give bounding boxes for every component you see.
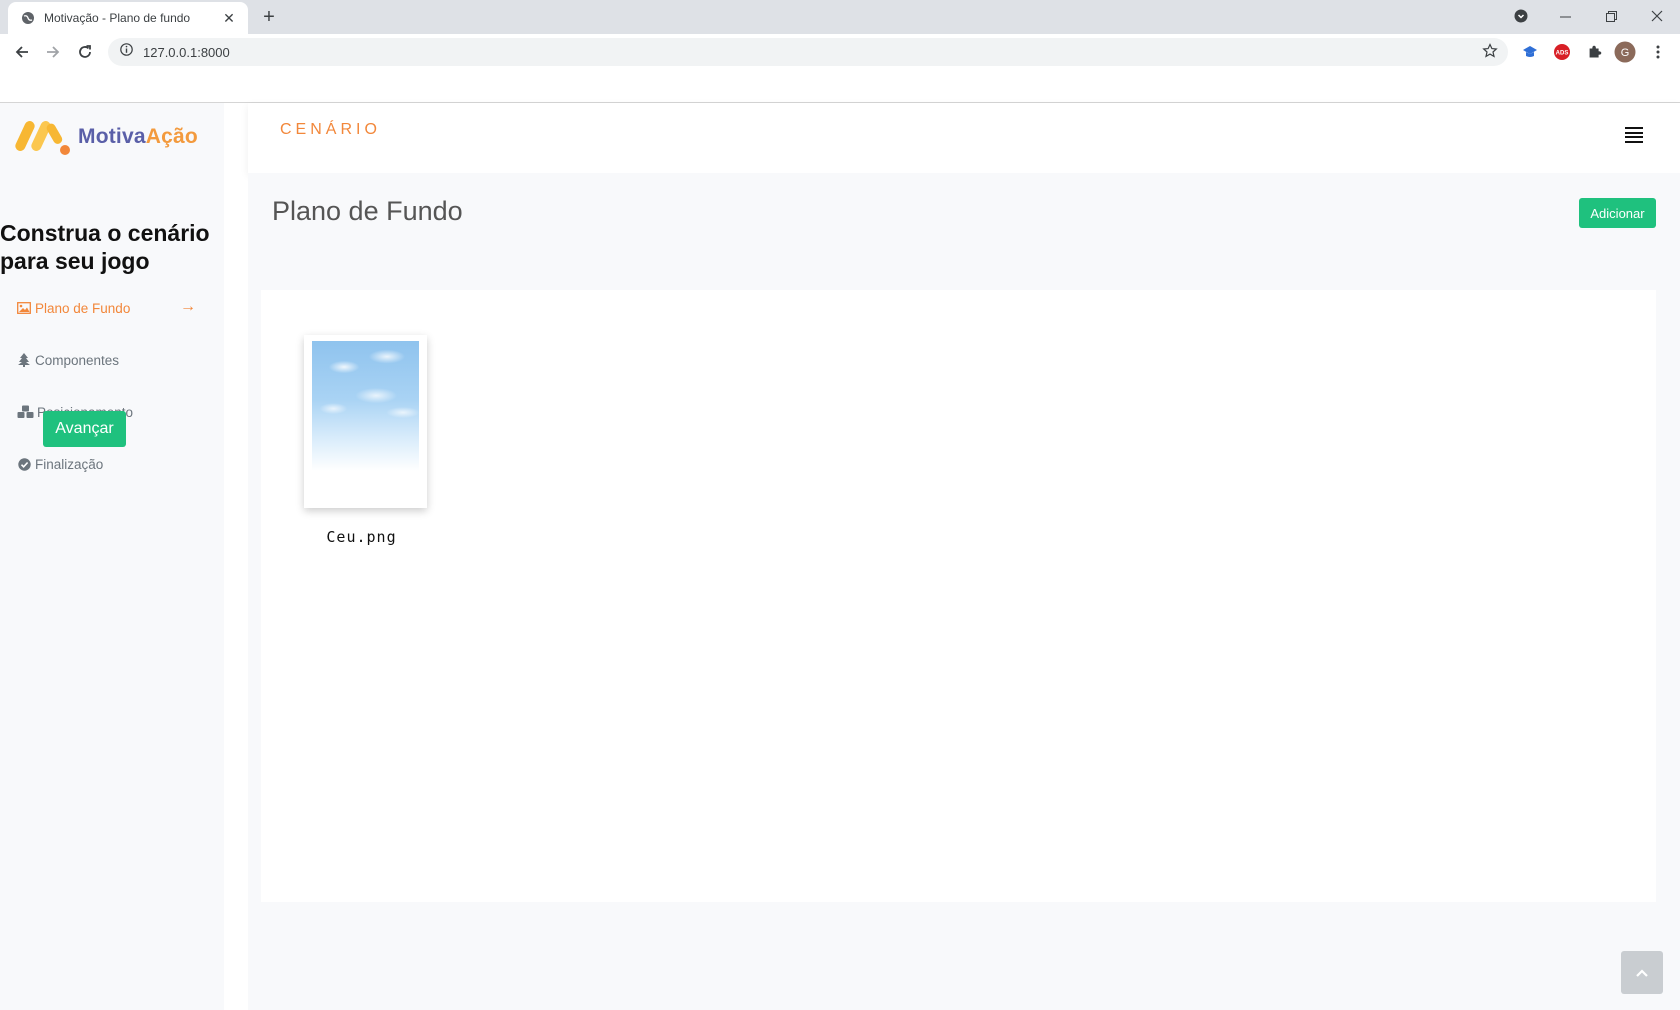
restore-icon[interactable] xyxy=(1594,0,1628,32)
tab-search-icon[interactable] xyxy=(1508,0,1534,32)
profile-avatar[interactable]: G xyxy=(1614,41,1636,63)
tree-icon xyxy=(16,352,32,368)
sidebar-item-label: Finalização xyxy=(35,456,104,472)
profile-initial: G xyxy=(1621,47,1630,59)
forward-icon[interactable] xyxy=(40,39,66,65)
adblock-icon[interactable]: ADS xyxy=(1552,42,1572,62)
extensions-puzzle-icon[interactable] xyxy=(1584,42,1604,62)
active-arrow-icon: → xyxy=(180,298,196,315)
hamburger-menu-icon[interactable] xyxy=(1625,127,1643,143)
logo-mark-icon xyxy=(15,121,70,155)
graduation-cap-icon[interactable] xyxy=(1520,42,1540,62)
close-window-icon[interactable] xyxy=(1640,0,1674,32)
avancar-button[interactable]: Avançar xyxy=(43,411,126,447)
address-bar[interactable]: 127.0.0.1:8000 xyxy=(108,38,1508,66)
logo-text-part1: Motiva xyxy=(78,125,146,148)
sidebar: MotivaAção Construa o cenário para seu j… xyxy=(0,103,224,1010)
sidebar-item-label: Plano de Fundo xyxy=(35,300,131,316)
tab-close-icon[interactable]: ✕ xyxy=(220,10,238,27)
sidebar-item-componentes[interactable]: Componentes xyxy=(16,350,119,370)
logo-text-part2: Ação xyxy=(145,125,198,148)
bookmark-star-icon[interactable] xyxy=(1482,43,1498,64)
file-thumbnail[interactable] xyxy=(304,335,427,508)
chevron-up-icon xyxy=(1636,968,1648,977)
cubes-icon xyxy=(16,404,34,420)
sidebar-heading: Construa o cenário para seu jogo xyxy=(0,220,210,274)
minimize-icon[interactable] xyxy=(1548,0,1582,32)
check-circle-icon xyxy=(16,456,32,472)
file-name: Ceu.png xyxy=(326,528,397,546)
header-title: CENÁRIO xyxy=(280,121,381,138)
new-tab-button[interactable]: + xyxy=(258,6,280,28)
sidebar-item-finalizacao[interactable]: Finalização xyxy=(16,454,103,474)
adblock-label: ADS xyxy=(1556,51,1569,57)
sidebar-item-label: Componentes xyxy=(35,352,120,368)
logo-text: MotivaAção xyxy=(78,125,198,149)
browser-tab[interactable]: Motivação - Plano de fundo ✕ xyxy=(8,2,248,34)
sky-image-preview xyxy=(312,341,419,471)
reload-icon[interactable] xyxy=(72,39,98,65)
files-panel xyxy=(261,290,1656,902)
browser-tab-strip: Motivação - Plano de fundo ✕ + xyxy=(0,0,1680,34)
browser-toolbar: 127.0.0.1:8000 ADS G xyxy=(0,34,1680,70)
browser-menu-icon[interactable] xyxy=(1648,42,1668,62)
globe-icon xyxy=(20,10,36,26)
back-icon[interactable] xyxy=(9,39,35,65)
tab-title: Motivação - Plano de fundo xyxy=(44,11,191,25)
image-icon xyxy=(16,300,32,316)
site-info-icon[interactable] xyxy=(120,43,133,61)
scroll-to-top-button[interactable] xyxy=(1621,951,1663,994)
adicionar-button[interactable]: Adicionar xyxy=(1579,198,1656,228)
page-title: Plano de Fundo xyxy=(272,196,463,226)
app-logo[interactable]: MotivaAção xyxy=(14,117,198,157)
page-header: CENÁRIO xyxy=(248,103,1680,173)
url-text: 127.0.0.1:8000 xyxy=(143,44,230,60)
sidebar-item-plano-de-fundo[interactable]: Plano de Fundo xyxy=(16,298,130,318)
